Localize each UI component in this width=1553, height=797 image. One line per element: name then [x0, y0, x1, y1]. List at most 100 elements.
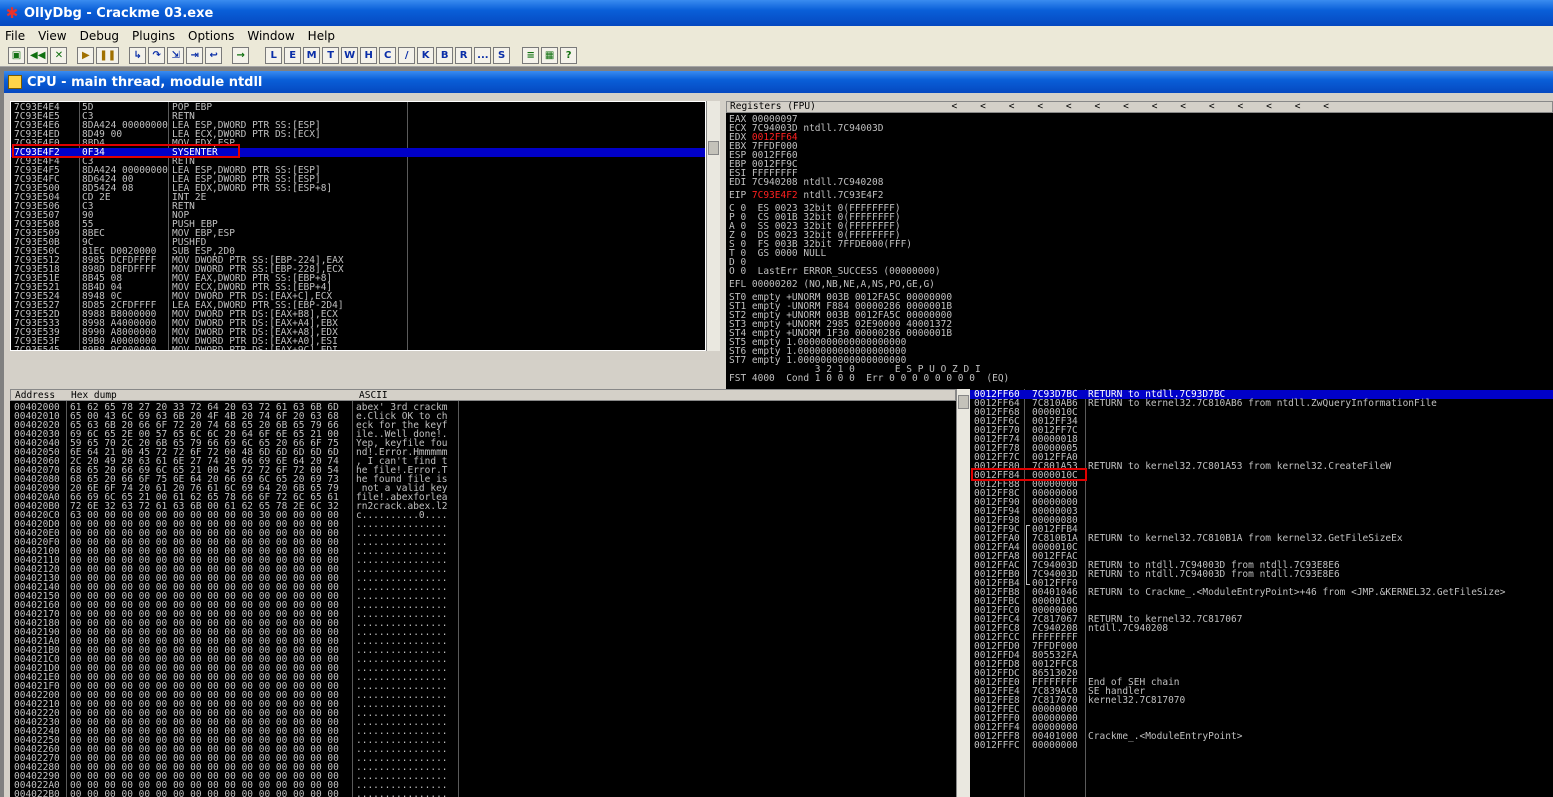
toolbar-letter-button[interactable]: L [265, 47, 283, 64]
step-over-button[interactable]: ↷ [148, 47, 166, 64]
instruction-hex: 89B8 9C000000 [82, 345, 157, 351]
ollydbg-bug-icon: ✱ [5, 4, 19, 22]
disassembly-row[interactable]: 7C93E500 8D5424 08 LEA EDX,DWORD PTR SS:[E… [11, 184, 705, 194]
pause-button[interactable]: ❚❚ [96, 47, 120, 64]
registers-header-arrows[interactable]: < < < < < < < < < < < < < < [952, 101, 1330, 112]
hex-dump-header: Address Hex dump ASCII [10, 389, 956, 401]
toolbar-letter-button[interactable]: B [436, 47, 454, 64]
stack-comment: kernel32.7C817070 [1088, 695, 1186, 706]
stack-comment: RETURN to kernel32.7C801A53 from kernel3… [1088, 461, 1392, 472]
hex-dump-pane[interactable]: 00402000 61 62 65 78 27 20 33 72 64 20 63… [10, 389, 956, 797]
trace-into-icon: ⇲ [171, 50, 180, 61]
run-icon: ▶ [82, 50, 90, 61]
toolbar-letter-button[interactable]: C [379, 47, 397, 64]
stack-row[interactable]: 0012FFFC 00000000 [970, 740, 1553, 751]
stack-value: 00000000 [1032, 740, 1078, 751]
title-bar[interactable]: ✱ OllyDbg - Crackme 03.exe [0, 0, 1553, 26]
column-ascii[interactable]: ASCII [359, 390, 388, 401]
menu-window[interactable]: Window [242, 29, 299, 43]
register-line[interactable]: EFL 00000202 (NO,NB,NE,A,NS,PO,GE,G) [729, 280, 935, 290]
hex-dump-scrollbar[interactable] [956, 389, 970, 797]
execute-till-return-button[interactable]: ↩ [205, 47, 223, 64]
disassembly-row[interactable]: 7C93E4ED 8D49 00 LEA ECX,DWORD PTR DS:[ECX… [11, 130, 705, 140]
run-button[interactable]: ▶ [77, 47, 95, 64]
stack-address: 0012FFFC [974, 740, 1020, 751]
stack-comment: RETURN to ntdll.7C94003D from ntdll.7C93… [1088, 569, 1340, 580]
register-line[interactable]: EIP 7C93E4F2 ntdll.7C93E4F2 [729, 190, 883, 201]
close-icon: ✕ [54, 50, 64, 61]
menu-options[interactable]: Options [183, 29, 239, 43]
instruction-address: 7C93E545 [14, 345, 60, 351]
register-value-changed: 7C93E4F2 [751, 190, 798, 201]
toolbar-letter-button[interactable]: R [455, 47, 473, 64]
disassembly-scroll-thumb[interactable] [708, 141, 719, 155]
help-button[interactable]: ? [560, 47, 578, 64]
hex-dump-scroll-thumb[interactable] [958, 395, 969, 409]
disassembly-row[interactable]: 7C93E545 89B8 9C000000 MOV DWORD PTR DS:[E… [11, 345, 705, 351]
step-into-button[interactable]: ↳ [129, 47, 147, 64]
toolbar-letter-button[interactable]: K [417, 47, 435, 64]
stack-comment: RETURN to Crackme_.<ModuleEntryPoint>+46… [1088, 587, 1506, 598]
registers-header-title: Registers (FPU) [730, 101, 816, 112]
list-icon: ≡ [526, 50, 535, 61]
column-address[interactable]: Address [15, 390, 55, 401]
disassembly-row[interactable]: 7C93E4E4 5D POP EBP [11, 103, 705, 113]
cpu-window-title-bar[interactable]: CPU - main thread, module ntdll [4, 71, 1553, 93]
disassembly-row[interactable]: 7C93E504 CD 2E INT 2E [11, 193, 705, 203]
goto-icon: → [236, 50, 245, 61]
menu-plugins[interactable]: Plugins [127, 29, 180, 43]
disassembly-scrollbar[interactable] [706, 101, 720, 351]
trace-over-button[interactable]: ⇥ [186, 47, 204, 64]
toolbar-letter-button[interactable]: H [360, 47, 378, 64]
window-title: OllyDbg - Crackme 03.exe [24, 5, 214, 21]
toolbar-letter-button[interactable]: M [303, 47, 321, 64]
menu-debug[interactable]: Debug [75, 29, 124, 43]
disassembly-row[interactable]: 7C93E509 8BEC MOV EBP,ESP [11, 229, 705, 239]
menu-file[interactable]: File [0, 29, 30, 43]
toolbar-letter-button[interactable]: / [398, 47, 416, 64]
close-button[interactable]: ✕ [50, 47, 68, 64]
menu-bar: File View Debug Plugins Options Window Help [0, 26, 1553, 45]
register-line[interactable]: EDI 7C940208 ntdll.7C940208 [729, 178, 883, 188]
trace-into-button[interactable]: ⇲ [167, 47, 185, 64]
toolbar-letter-button[interactable]: E [284, 47, 302, 64]
goto-button[interactable]: → [232, 47, 250, 64]
column-hex-dump[interactable]: Hex dump [71, 390, 117, 401]
toolbar-letter-button[interactable]: W [341, 47, 359, 64]
menu-help[interactable]: Help [303, 29, 340, 43]
hex-dump-row[interactable]: 004022B0 00 00 00 00 00 00 00 00 00 00 00… [10, 790, 956, 797]
mdi-client-area: CPU - main thread, module ntdll 7C93E4E4… [0, 67, 1553, 797]
rewind-button[interactable]: ◀◀ [27, 47, 49, 64]
execute-till-return-icon: ↩ [209, 50, 218, 61]
trace-over-icon: ⇥ [190, 50, 199, 61]
disassembly-pane[interactable]: 7C93E4E4 5D POP EBP 7C93E4E5 C3 RETN 7C93E4E6 8… [10, 101, 706, 351]
selected-instruction-highlight-box [12, 144, 240, 158]
instruction-text: MOV DWORD PTR DS:[EAX+9C],EDI [172, 345, 338, 351]
toolbar-letter-button[interactable]: S [493, 47, 511, 64]
disassembly-row[interactable]: 7C93E508 55 PUSH EBP [11, 220, 705, 230]
stack-comment: RETURN to kernel32.7C810AB6 from ntdll.Z… [1088, 398, 1437, 409]
open-icon: ▣ [11, 50, 22, 61]
cpu-window-title: CPU - main thread, module ntdll [27, 74, 263, 90]
register-line[interactable]: FST 4000 Cond 1 0 0 0 Err 0 0 0 0 0 0 0 … [729, 374, 1009, 384]
disassembly-row[interactable]: 7C93E507 90 NOP [11, 211, 705, 221]
toolbar-letter-button[interactable]: T [322, 47, 340, 64]
stack-pane[interactable]: 0012FF60 7C93D7BC RETURN to ntdll.7C93D7BC… [970, 389, 1553, 797]
grid-button[interactable]: ▦ [541, 47, 559, 64]
pause-icon: ❚❚ [99, 50, 117, 61]
toolbar-letter-button[interactable]: ... [474, 47, 492, 64]
register-line[interactable]: O 0 LastErr ERROR_SUCCESS (00000000) [729, 267, 941, 277]
toolbar: ▣ ◀◀ ✕ ▶ ❚❚ ↳ ↷ ⇲ ⇥ ↩ → L E M T W H C / K B R... S ≡ ▦? [0, 45, 1553, 67]
stack-comment: ntdll.7C940208 [1088, 623, 1169, 634]
dump-ascii: ................ [356, 789, 448, 797]
grid-icon: ▦ [544, 50, 555, 61]
dump-address: 004022B0 [14, 789, 60, 797]
menu-view[interactable]: View [33, 29, 71, 43]
step-into-icon: ↳ [133, 50, 142, 61]
help-icon: ? [565, 50, 572, 61]
cpu-window: CPU - main thread, module ntdll 7C93E4E4… [4, 71, 1553, 797]
registers-pane[interactable]: EAX 00000097 ECX 7C94003D ntdll.7C94003D E… [726, 101, 1553, 389]
disassembly-row[interactable]: 7C93E506 C3 RETN [11, 202, 705, 212]
open-button[interactable]: ▣ [8, 47, 25, 64]
list-button[interactable]: ≡ [522, 47, 540, 64]
